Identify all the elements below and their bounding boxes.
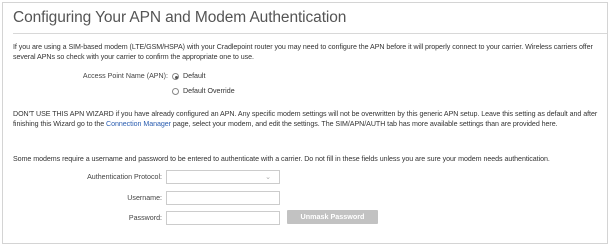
- apn-override-label[interactable]: Default Override: [183, 87, 235, 95]
- warning-text-end: page, select your modem, and edit the se…: [171, 120, 558, 128]
- intro-text: If you are using a SIM-based modem (LTE/…: [13, 43, 593, 61]
- apn-warning-text: DON'T USE THIS APN WIZARD if you have al…: [13, 109, 601, 129]
- connection-manager-link[interactable]: Connection Manager: [106, 120, 171, 128]
- apn-default-label[interactable]: Default: [183, 72, 205, 80]
- unmask-password-button[interactable]: Unmask Password: [287, 210, 378, 224]
- apn-default-radio[interactable]: [172, 73, 179, 80]
- username-field[interactable]: [166, 191, 280, 205]
- chevron-down-icon: ⌄: [265, 174, 271, 181]
- apn-override-radio[interactable]: [172, 88, 179, 95]
- page-title: Configuring Your APN and Modem Authentic…: [13, 9, 347, 26]
- auth-note-text: Some modems require a username and passw…: [13, 155, 550, 163]
- auth-protocol-select[interactable]: ⌄: [166, 170, 280, 184]
- title-divider: [13, 33, 607, 34]
- password-field[interactable]: [166, 211, 280, 225]
- username-label: Username:: [127, 194, 162, 202]
- password-label: Password:: [128, 214, 162, 222]
- apn-label: Access Point Name (APN):: [82, 72, 168, 80]
- auth-protocol-label: Authentication Protocol:: [87, 173, 162, 181]
